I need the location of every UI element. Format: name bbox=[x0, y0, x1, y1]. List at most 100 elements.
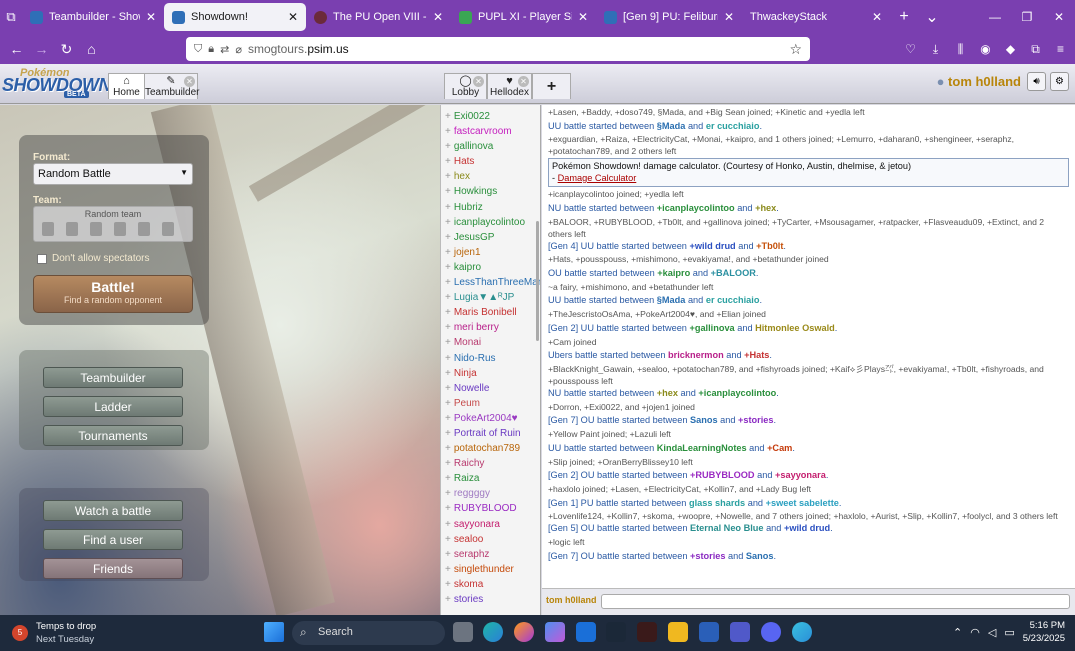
bookmark-star-icon[interactable]: ☆ bbox=[789, 41, 802, 58]
user-list-item[interactable]: + Peum bbox=[441, 398, 540, 413]
battle-player-name[interactable]: KindaLearningNotes bbox=[657, 443, 747, 453]
battle-player-name[interactable]: +gallinova bbox=[689, 323, 734, 333]
user-list-item[interactable]: + skoma bbox=[441, 579, 540, 594]
chevron-down-icon[interactable]: ⌄ bbox=[918, 7, 946, 27]
forward-icon[interactable]: → bbox=[29, 41, 54, 57]
user-list-item[interactable]: + Lugia▼▲ᴿJP bbox=[441, 292, 540, 307]
battle-started-line[interactable]: [Gen 4] UU battle started between +wild … bbox=[548, 240, 1069, 254]
tournaments-button[interactable]: Tournaments bbox=[43, 425, 183, 446]
sound-icon[interactable]: 🔊︎ bbox=[1027, 72, 1046, 91]
wifi-icon[interactable]: ◠ bbox=[970, 626, 980, 639]
tab-teambuilder[interactable]: ✎ Teambuilder ✕ bbox=[144, 73, 199, 99]
teams-icon[interactable] bbox=[730, 622, 750, 642]
user-list-item[interactable]: + PokeArt2004♥ bbox=[441, 413, 540, 428]
clock[interactable]: 5:16 PM 5/23/2025 bbox=[1023, 619, 1065, 645]
battle-player-name[interactable]: Eternal Neo Blue bbox=[690, 523, 764, 533]
battle-started-line[interactable]: UU battle started between KindaLearningN… bbox=[548, 442, 1069, 456]
battle-player-name[interactable]: +RUBYBLOOD bbox=[690, 470, 755, 480]
user-list-item[interactable]: + kaipro bbox=[441, 262, 540, 277]
checkbox[interactable] bbox=[37, 253, 47, 264]
battle-player-name[interactable]: Sanos bbox=[690, 415, 718, 425]
battle-player-name[interactable]: +Tb0lt bbox=[756, 241, 783, 251]
browser-tab-showdown[interactable]: Showdown! ✕ bbox=[164, 3, 306, 31]
close-icon[interactable]: ✕ bbox=[872, 10, 882, 24]
damage-calculator-link[interactable]: Damage Calculator bbox=[558, 173, 637, 183]
home-icon[interactable]: ⌂ bbox=[79, 41, 104, 57]
user-name[interactable]: ● tom h0lland bbox=[937, 74, 1021, 89]
user-list-item[interactable]: + Hubriz bbox=[441, 202, 540, 217]
outlook-icon[interactable] bbox=[576, 622, 596, 642]
discord-icon[interactable] bbox=[761, 622, 781, 642]
library-icon[interactable]: ⫼ bbox=[952, 42, 969, 57]
battle-player-name[interactable]: +sweet sabelette bbox=[766, 498, 839, 508]
battle-started-line[interactable]: Ubers battle started between bricknermon… bbox=[548, 349, 1069, 363]
tab-lobby[interactable]: ◯ Lobby ✕ bbox=[444, 73, 487, 99]
battle-player-name[interactable]: bricknermon bbox=[668, 350, 724, 360]
battle-player-name[interactable]: +BALOOR bbox=[711, 268, 756, 278]
user-list-item[interactable]: + gallinova bbox=[441, 141, 540, 156]
battle-started-line[interactable]: [Gen 2] UU battle started between +galli… bbox=[548, 322, 1069, 336]
user-list-item[interactable]: + Nido-Rus bbox=[441, 353, 540, 368]
browser-tab-thwackeystack[interactable]: ThwackeyStack ✕ bbox=[742, 3, 890, 31]
friends-button[interactable]: Friends bbox=[43, 558, 183, 579]
battle-started-line[interactable]: [Gen 7] OU battle started between Sanos … bbox=[548, 414, 1069, 428]
lock-icon[interactable]: 🔒︎ bbox=[208, 43, 214, 56]
battle-player-name[interactable]: Sanos bbox=[746, 551, 774, 561]
battle-player-name[interactable]: +hex bbox=[657, 388, 678, 398]
firefox-icon[interactable] bbox=[514, 622, 534, 642]
battle-player-name[interactable]: +Cam bbox=[767, 443, 792, 453]
battle-player-name[interactable]: +wild drud bbox=[784, 523, 830, 533]
battle-player-name[interactable]: +stories bbox=[738, 415, 774, 425]
close-icon[interactable]: ✕ bbox=[288, 10, 298, 24]
battle-player-name[interactable]: §Mada bbox=[657, 295, 686, 305]
edge-icon[interactable] bbox=[483, 622, 503, 642]
battle-player-name[interactable]: +hex bbox=[755, 203, 776, 213]
user-list[interactable]: + Exi0022 + fastcarvroom + gallinova + Hats + hex… bbox=[440, 105, 541, 615]
user-list-item[interactable]: + singlethunder bbox=[441, 564, 540, 579]
user-list-item[interactable]: + Portrait of Ruin bbox=[441, 428, 540, 443]
user-list-item[interactable]: + sayyonara bbox=[441, 519, 540, 534]
user-list-item[interactable]: + Raiza bbox=[441, 473, 540, 488]
battle-player-name[interactable]: +wild drud bbox=[689, 241, 735, 251]
copilot-icon[interactable] bbox=[545, 622, 565, 642]
browser-tab-pu-open[interactable]: The PU Open VIII - Round 2 ✕ bbox=[306, 3, 451, 31]
battle-started-line[interactable]: NU battle started between +hex and +ican… bbox=[548, 387, 1069, 401]
file-explorer-icon[interactable] bbox=[668, 622, 688, 642]
battle-started-line[interactable]: NU battle started between +icanplaycolin… bbox=[548, 202, 1069, 216]
user-list-item[interactable]: + icanplaycolintoo bbox=[441, 217, 540, 232]
battle-started-line[interactable]: [Gen 1] PU battle started between glass … bbox=[548, 497, 1069, 511]
browser-tab-pupl-signups[interactable]: PUPL XI - Player Signups - ✕ bbox=[451, 3, 596, 31]
battle-started-line[interactable]: [Gen 5] OU battle started between Eterna… bbox=[548, 522, 1069, 536]
permissions-icon[interactable]: ⇄ bbox=[220, 43, 229, 56]
showdown-logo[interactable]: Pokémon SHOWDOWN BETA bbox=[2, 67, 111, 101]
user-list-item[interactable]: + fastcarvroom bbox=[441, 126, 540, 141]
address-bar[interactable]: ⛉ 🔒︎ ⇄ ⌀ smogtours.psim.us ☆ bbox=[186, 37, 810, 61]
user-list-item[interactable]: + hex bbox=[441, 171, 540, 186]
start-icon[interactable] bbox=[264, 622, 284, 642]
watch-battle-button[interactable]: Watch a battle bbox=[43, 500, 183, 521]
ladder-button[interactable]: Ladder bbox=[43, 396, 183, 417]
battle-player-name[interactable]: +Hats bbox=[744, 350, 769, 360]
user-list-item[interactable]: + Exi0022 bbox=[441, 111, 540, 126]
user-list-item[interactable]: + Ninja bbox=[441, 368, 540, 383]
chat-input[interactable] bbox=[601, 594, 1070, 609]
menu-icon[interactable]: ≡ bbox=[1052, 42, 1069, 56]
new-room-button[interactable]: + bbox=[532, 73, 571, 99]
task-view-icon[interactable] bbox=[453, 622, 473, 642]
battle-player-name[interactable]: glass shards bbox=[689, 498, 745, 508]
format-select[interactable]: Random Battle ▼ bbox=[33, 163, 193, 185]
user-list-item[interactable]: + potatochan789 bbox=[441, 443, 540, 458]
user-list-item[interactable]: + RUBYBLOOD bbox=[441, 503, 540, 518]
close-icon[interactable]: ✕ bbox=[724, 10, 734, 24]
scrollbar[interactable] bbox=[536, 221, 539, 341]
battle-player-name[interactable]: +icanplaycolintoo bbox=[698, 388, 776, 398]
chevron-up-icon[interactable]: ⌃ bbox=[953, 626, 962, 639]
tab-hellodex[interactable]: ♥ Hellodex ✕ bbox=[487, 73, 532, 99]
user-list-item[interactable]: + stories bbox=[441, 594, 540, 609]
user-list-item[interactable]: + jojen1 bbox=[441, 247, 540, 262]
battle-button[interactable]: Battle! Find a random opponent bbox=[33, 275, 193, 313]
user-list-item[interactable]: + reggggy bbox=[441, 488, 540, 503]
reload-icon[interactable]: ↻ bbox=[54, 41, 79, 58]
close-icon[interactable]: ✕ bbox=[433, 10, 443, 24]
battle-player-name[interactable]: er cucchiaio bbox=[706, 295, 760, 305]
